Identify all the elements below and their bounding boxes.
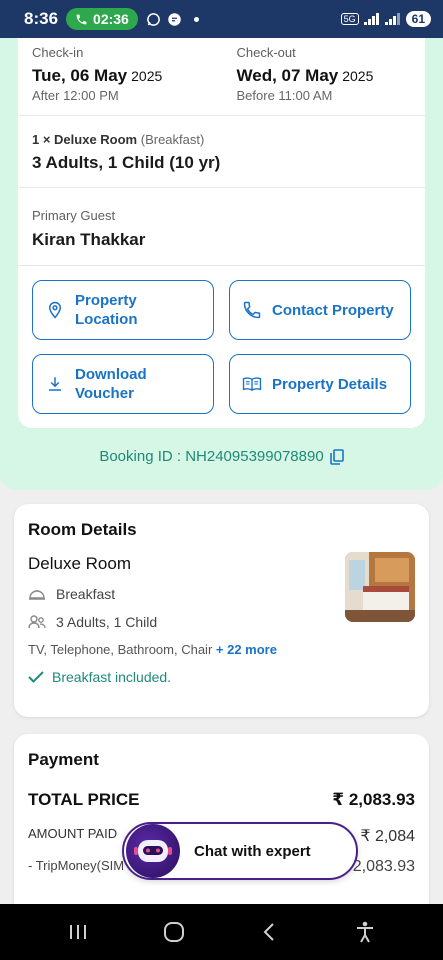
contact-property-button[interactable]: Contact Property <box>229 280 411 340</box>
chatbot-avatar-icon <box>126 824 180 878</box>
checkin-date: Tue, 06 May 2025 <box>32 66 207 86</box>
ongoing-call-pill[interactable]: 02:36 <box>66 8 138 30</box>
system-indicators: 5G 61 <box>340 11 431 27</box>
chat-bubble-icon <box>168 12 181 26</box>
home-icon <box>163 922 184 942</box>
book-open-icon <box>242 374 262 394</box>
payment-method-value: 2,083.93 <box>352 858 415 875</box>
battery-indicator: 61 <box>405 11 431 27</box>
more-amenities-link[interactable]: + 22 more <box>216 642 277 657</box>
primary-guest-label: Primary Guest <box>32 208 116 223</box>
guest-count: 3 Adults, 1 Child (10 yr) <box>32 153 221 172</box>
total-price-row: TOTAL PRICE ₹ 2,083.93 <box>28 790 415 810</box>
property-details-label: Property Details <box>272 375 388 393</box>
property-details-button[interactable]: Property Details <box>229 354 411 414</box>
amount-paid-value: ₹ 2,084 <box>360 828 415 845</box>
total-price-value: ₹ 2,083.93 <box>332 790 415 809</box>
download-voucher-label: Download Voucher <box>75 366 147 402</box>
signal-icon <box>363 13 379 25</box>
checkin-label: Check-in <box>32 45 84 60</box>
back-button[interactable] <box>249 912 289 952</box>
room-count-type: 1 × Deluxe Room <box>32 132 138 147</box>
recent-apps-button[interactable] <box>58 912 98 952</box>
network-type: 5G <box>340 13 359 25</box>
room-summary-row: 1 × Deluxe Room (Breakfast) 3 Adults, 1 … <box>18 116 425 188</box>
room-type-line: 1 × Deluxe Room (Breakfast) <box>32 132 411 147</box>
checkout-date: Wed, 07 May 2025 <box>237 66 412 86</box>
payment-method-label: - TripMoney(SIM <box>28 858 125 873</box>
accessibility-icon <box>357 921 374 943</box>
chat-label: Chat with expert <box>194 842 311 860</box>
room-details-title: Room Details <box>28 520 137 539</box>
chat-with-expert-button[interactable]: Chat with expert <box>122 822 358 880</box>
call-timer: 02:36 <box>93 11 129 27</box>
checkin-year: 2025 <box>131 68 163 84</box>
stay-dates-row: Check-in Tue, 06 May 2025 After 12:00 PM … <box>18 38 425 116</box>
booking-id: Booking ID : NH24095399078890 <box>99 448 324 465</box>
download-voucher-button[interactable]: Download Voucher <box>32 354 214 414</box>
checkin-block: Check-in Tue, 06 May 2025 After 12:00 PM <box>32 45 207 115</box>
status-time: 8:36 <box>24 9 59 28</box>
payment-title: Payment <box>28 750 99 769</box>
signal-icon-2 <box>384 13 400 25</box>
meal-text: Breakfast <box>56 586 116 602</box>
checkin-time: After 12:00 PM <box>32 88 119 103</box>
booking-id-row[interactable]: Booking ID : NH24095399078890 <box>0 448 443 465</box>
checkout-block: Check-out Wed, 07 May 2025 Before 11:00 A… <box>207 45 412 115</box>
status-bar: 8:36 02:36 5G 61 <box>0 0 443 38</box>
more-notifications-dot <box>193 16 199 22</box>
occupancy-text: 3 Adults, 1 Child <box>56 614 158 630</box>
cloche-icon <box>28 587 46 601</box>
amount-paid-label: AMOUNT PAID <box>28 826 118 841</box>
room-details-card: Room Details Deluxe Room Breakfast 3 Adu… <box>14 504 429 717</box>
booking-summary-section: Check-in Tue, 06 May 2025 After 12:00 PM … <box>0 38 443 490</box>
property-location-button[interactable]: Property Location <box>32 280 214 340</box>
phone-icon <box>242 300 262 320</box>
location-pin-icon <box>45 300 65 320</box>
checkout-label: Check-out <box>236 45 296 60</box>
checkout-time: Before 11:00 AM <box>236 88 333 103</box>
whatsapp-icon <box>146 12 160 26</box>
home-button[interactable] <box>154 912 194 952</box>
primary-guest-name: Kiran Thakkar <box>32 230 146 249</box>
download-icon <box>45 374 65 394</box>
booking-card: Check-in Tue, 06 May 2025 After 12:00 PM … <box>18 38 425 428</box>
copy-icon[interactable] <box>329 448 344 465</box>
back-icon <box>263 923 275 941</box>
property-location-label: Property Location <box>75 292 138 328</box>
contact-property-label: Contact Property <box>272 301 394 319</box>
amenities-text: TV, Telephone, Bathroom, Chair <box>28 642 213 657</box>
checkout-date-text: Wed, 07 May <box>236 66 339 85</box>
inclusion-line: Breakfast included. <box>28 669 415 685</box>
recent-apps-icon <box>69 925 86 939</box>
total-price-label: TOTAL PRICE <box>28 790 140 809</box>
inclusion-text: Breakfast included. <box>52 669 172 685</box>
notification-icons <box>146 12 199 27</box>
amenities-line: TV, Telephone, Bathroom, Chair + 22 more <box>28 642 415 657</box>
room-thumbnail[interactable] <box>345 552 415 622</box>
checkin-date-text: Tue, 06 May <box>32 66 128 85</box>
accessibility-button[interactable] <box>345 912 385 952</box>
checkout-year: 2025 <box>342 68 374 84</box>
check-icon <box>28 671 44 683</box>
action-buttons: Property Location Contact Property Downl… <box>32 280 411 414</box>
phone-icon <box>76 14 87 24</box>
meal-plan: (Breakfast) <box>140 132 205 147</box>
people-icon <box>28 615 46 629</box>
primary-guest-row: Primary Guest Kiran Thakkar <box>18 188 425 266</box>
system-nav-bar <box>0 904 443 960</box>
